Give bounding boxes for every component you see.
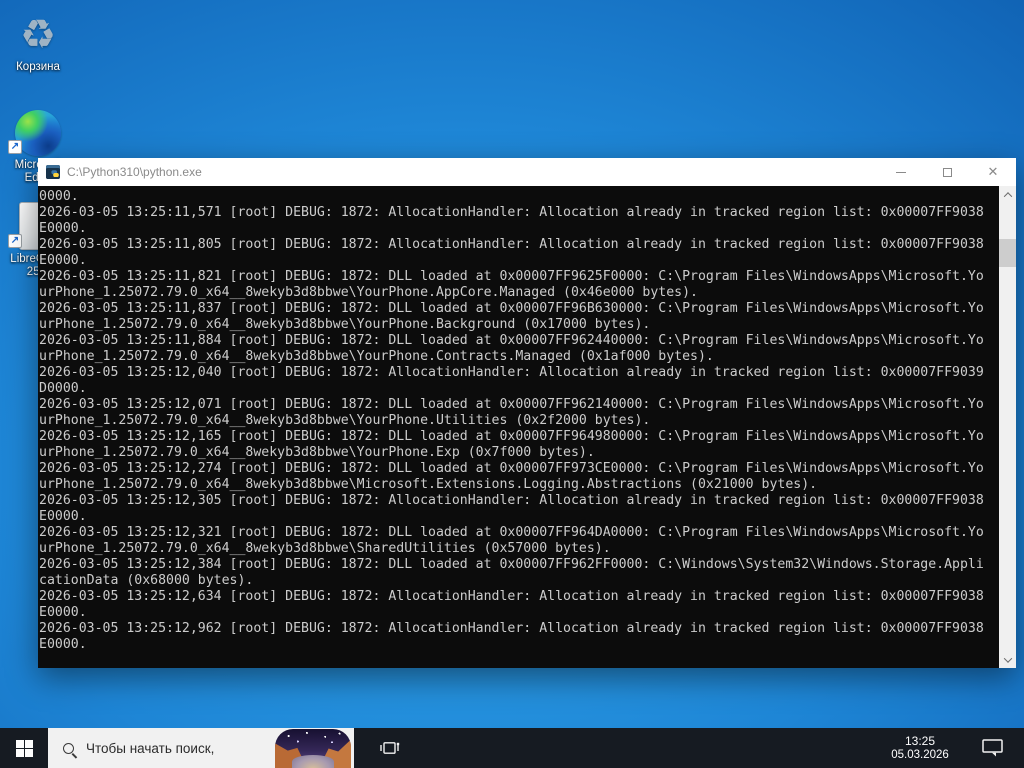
clock-time: 13:25 [904,734,936,748]
task-view-button[interactable] [366,728,414,768]
windows-logo-icon [15,739,33,757]
console-log-text: 0000. 2026-03-05 13:25:11,571 [root] DEB… [39,189,984,652]
scroll-up-button[interactable] [999,186,1016,203]
search-placeholder-text: Чтобы начать поиск, [86,740,215,756]
edge-icon: ↗ [6,106,70,156]
chevron-up-icon [1003,191,1012,201]
search-icon [63,742,74,754]
window-title: C:\Python310\python.exe [67,165,202,179]
search-highlight-image[interactable] [275,729,351,768]
minimize-icon [896,171,906,173]
shortcut-arrow-icon: ↗ [8,234,22,248]
desktop-icon-recycle-bin[interactable]: ♻ Корзина [6,8,70,74]
python-console-icon [46,165,60,179]
close-icon: ✕ [987,164,999,180]
chevron-down-icon [1003,653,1012,663]
taskbar-search-box[interactable]: Чтобы начать поиск, [48,728,354,768]
shortcut-arrow-icon: ↗ [8,140,22,154]
desktop: ♻ Корзина ↗ Microsoft Edge ↗ LibreOffice… [0,0,1024,768]
scroll-down-button[interactable] [999,651,1016,668]
close-button[interactable]: ✕ [970,158,1016,186]
taskbar-clock[interactable]: 13:25 05.03.2026 [878,734,962,762]
rocks-art [292,755,334,768]
console-window: C:\Python310\python.exe ✕ 0000. 2026-03-… [38,158,1016,668]
window-titlebar[interactable]: C:\Python310\python.exe ✕ [38,158,1016,186]
scrollbar-thumb[interactable] [999,239,1016,267]
action-center-button[interactable] [982,739,1004,757]
taskbar: Чтобы начать поиск, 13:25 05.03.2026 [0,728,1024,768]
console-output-area: 0000. 2026-03-05 13:25:11,571 [root] DEB… [38,186,999,668]
action-center-icon [982,739,1003,757]
minimize-button[interactable] [878,158,924,186]
maximize-button[interactable] [924,158,970,186]
task-view-icon [380,742,400,754]
clock-date: 05.03.2026 [891,749,949,761]
start-button[interactable] [0,728,48,768]
vertical-scrollbar[interactable] [999,186,1016,668]
desktop-icon-label: Корзина [16,61,60,73]
recycle-bin-icon: ♻ [20,13,56,57]
maximize-icon [942,167,952,177]
